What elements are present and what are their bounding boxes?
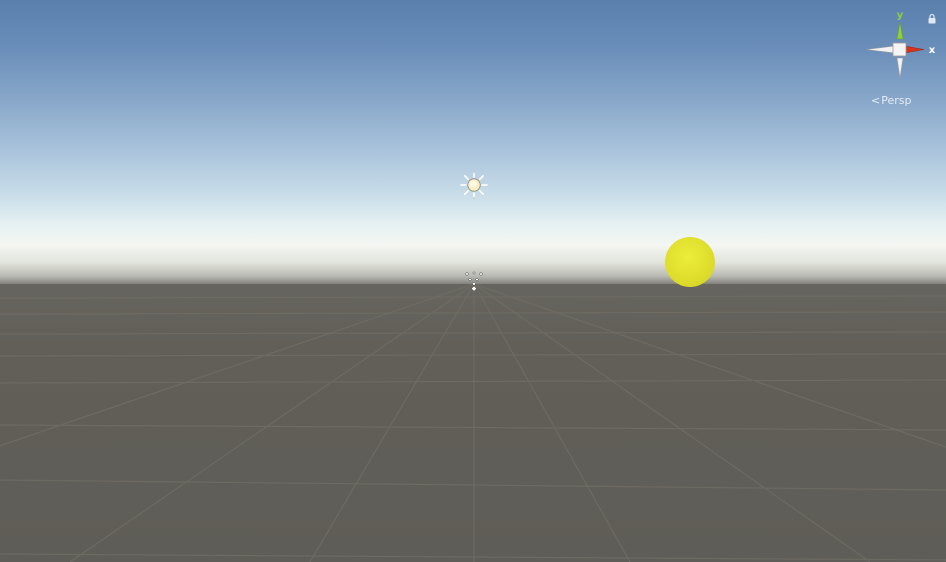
particle-icon — [465, 271, 483, 292]
scene-view[interactable]: y x <Persp — [0, 0, 946, 562]
center-cube[interactable] — [892, 42, 907, 57]
directional-light-gizmo[interactable] — [459, 170, 489, 200]
ground-grid — [0, 284, 946, 562]
lock-icon-graphic — [928, 13, 936, 24]
x-axis-cone[interactable] — [903, 45, 925, 54]
chevron-left-icon: < — [871, 94, 881, 107]
particle-system-gizmo[interactable] — [464, 271, 484, 293]
lock-icon[interactable] — [927, 10, 937, 24]
neg-x-axis-cone[interactable] — [865, 45, 896, 54]
projection-toggle[interactable]: <Persp — [871, 94, 911, 108]
neg-y-axis-cone[interactable] — [896, 57, 904, 79]
y-axis-cone[interactable] — [896, 21, 904, 40]
y-axis-label: y — [897, 10, 904, 21]
x-axis-label: x — [929, 45, 936, 56]
projection-label: Persp — [881, 94, 912, 107]
skybox — [0, 0, 946, 286]
sun-icon — [460, 170, 488, 200]
sphere-object[interactable] — [665, 237, 715, 287]
grid-lines — [0, 284, 946, 562]
